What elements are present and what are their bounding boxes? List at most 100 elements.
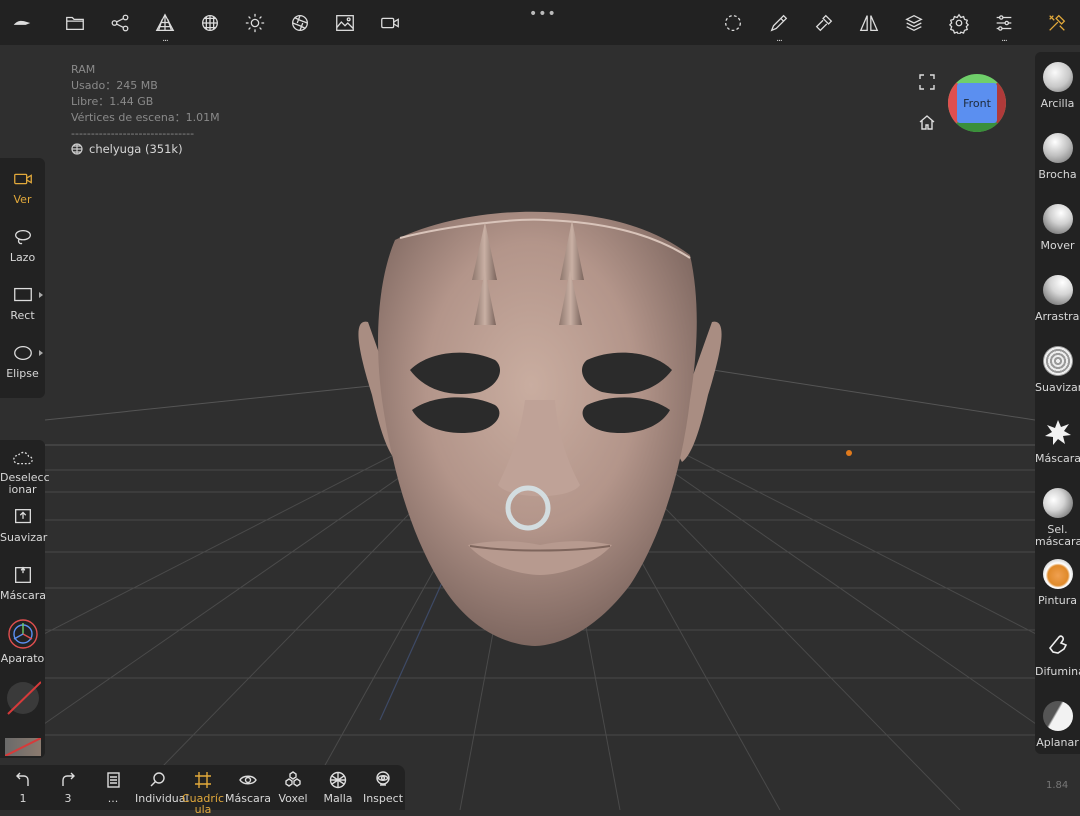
- mesh-label: Malla: [323, 792, 353, 805]
- action-deselect[interactable]: Deselecc ionar: [0, 448, 50, 496]
- clay-brush-icon: [1042, 62, 1073, 92]
- gizmo-face-label: Front: [963, 96, 991, 110]
- app-version: 1.84: [1046, 780, 1069, 791]
- tool-select-mask[interactable]: Sel. máscara: [1035, 488, 1080, 548]
- mask-splat-icon: [1044, 420, 1071, 445]
- expand-arrow-icon: [39, 292, 43, 298]
- light-pivot-dot[interactable]: [846, 450, 852, 456]
- expand-arrow-icon: [39, 350, 43, 356]
- paint-brush-icon: [1042, 559, 1073, 589]
- action-gizmo[interactable]: Aparato: [0, 618, 45, 665]
- tool-brush[interactable]: Brocha: [1035, 133, 1080, 181]
- smudge-finger-icon: [1048, 635, 1067, 654]
- brush-icon[interactable]: ...: [764, 8, 794, 44]
- select-mask-brush-icon: [1042, 488, 1073, 518]
- material-sphere-icon[interactable]: [195, 8, 225, 38]
- tool-flatten[interactable]: Aplanar: [1035, 701, 1080, 749]
- mask-visibility-label: Máscara: [225, 792, 272, 805]
- tool-grid[interactable]: Cuadríc ula: [180, 770, 226, 815]
- cloud-dashed-icon: [12, 451, 33, 465]
- symmetry-icon[interactable]: [854, 8, 884, 38]
- nomad-logo-icon[interactable]: [7, 8, 37, 38]
- settings-icon[interactable]: [944, 8, 974, 38]
- ram-free: Libre：1.44 GB: [71, 95, 154, 108]
- image-icon[interactable]: [330, 8, 360, 38]
- eye-icon: [239, 775, 257, 785]
- scene-graph-icon[interactable]: [105, 8, 135, 38]
- tool-ellipse-label: Elipse: [6, 367, 39, 380]
- ellipse-icon: [13, 345, 32, 361]
- tool-mask[interactable]: Máscara: [1035, 417, 1080, 465]
- lasso-icon: [14, 229, 31, 245]
- tool-mask-label: Máscara: [1035, 452, 1080, 465]
- sculpt-viewport[interactable]: [45, 45, 1035, 810]
- tool-voxel[interactable]: Voxel: [270, 770, 316, 804]
- view-cube-gizmo[interactable]: Front: [948, 74, 1006, 132]
- gizmo-icon: [7, 619, 38, 649]
- action-mask-label: Máscara: [0, 589, 47, 602]
- action-mask[interactable]: Máscara: [0, 564, 47, 602]
- flatten-brush-icon: [1042, 701, 1073, 731]
- tool-clay[interactable]: Arcilla: [1035, 62, 1080, 110]
- tool-mask-visibility[interactable]: Máscara: [225, 770, 271, 804]
- smooth-box-icon: [14, 509, 31, 524]
- redo-button[interactable]: 3: [45, 770, 91, 804]
- tool-flatten-label: Aplanar: [1036, 736, 1079, 749]
- ram-used: Usado：245 MB: [71, 79, 158, 92]
- history-button[interactable]: ...: [90, 770, 136, 804]
- tool-rect[interactable]: Rect: [0, 284, 45, 322]
- window-grab-handle[interactable]: •••: [529, 6, 557, 22]
- ram-label: RAM: [71, 63, 96, 76]
- smooth-brush-icon: [1042, 346, 1073, 376]
- tool-inspect[interactable]: Inspect: [360, 770, 406, 804]
- material-preview-slot[interactable]: [5, 680, 42, 716]
- action-smooth-label: Suavizar: [0, 531, 48, 544]
- tool-ellipse[interactable]: Elipse: [0, 342, 45, 380]
- tool-lasso[interactable]: Lazo: [0, 226, 45, 264]
- grid-icon: [195, 772, 211, 788]
- mesh-icon: [71, 143, 83, 155]
- camera-lens-icon[interactable]: [285, 8, 315, 38]
- tool-individual[interactable]: Individual: [135, 770, 189, 804]
- sliders-icon[interactable]: ...: [989, 8, 1019, 44]
- fullscreen-icon[interactable]: [916, 71, 938, 93]
- undo-button[interactable]: 1: [0, 770, 46, 804]
- tool-mesh[interactable]: Malla: [315, 770, 361, 804]
- light-icon[interactable]: [240, 8, 270, 38]
- tool-drag[interactable]: Arrastrar: [1035, 275, 1080, 323]
- rectangle-icon: [13, 287, 32, 302]
- tools-icon[interactable]: [1042, 8, 1072, 38]
- video-icon[interactable]: [375, 8, 405, 38]
- tool-move-label: Mover: [1040, 239, 1075, 252]
- selection-circle-icon[interactable]: [718, 8, 748, 38]
- undo-count: 1: [19, 792, 27, 805]
- tool-smudge[interactable]: Difuminar: [1035, 630, 1080, 678]
- history-label: ...: [107, 792, 119, 805]
- tool-smooth[interactable]: Suavizar: [1035, 346, 1080, 394]
- brush-stroke-icon: [1042, 133, 1073, 163]
- texture-disabled-icon: [5, 738, 41, 756]
- mask-box-icon: [14, 566, 31, 583]
- book-icon: [107, 772, 120, 788]
- tool-paint[interactable]: Pintura: [1035, 559, 1080, 607]
- texture-preview-slot[interactable]: [5, 738, 41, 756]
- inspect-icon: [376, 771, 390, 786]
- action-smooth[interactable]: Suavizar: [0, 506, 48, 544]
- memory-stats: RAM Usado：245 MB Libre：1.44 GB Vértices …: [71, 62, 220, 142]
- home-view-icon[interactable]: [916, 111, 938, 133]
- folder-icon[interactable]: [60, 8, 90, 38]
- tool-smooth-label: Suavizar: [1035, 381, 1080, 394]
- tool-rect-label: Rect: [10, 309, 35, 322]
- scene-vertices: Vértices de escena：1.01M: [71, 111, 220, 124]
- tool-move[interactable]: Mover: [1035, 204, 1080, 252]
- tool-view-label: Ver: [13, 193, 32, 206]
- topology-icon[interactable]: ...: [150, 8, 180, 44]
- stats-separator: -------------------------------: [71, 127, 195, 140]
- mesh-entry[interactable]: chelyuga (351k): [71, 142, 183, 156]
- redo-count: 3: [64, 792, 72, 805]
- tool-select-mask-label-2: máscara: [1035, 535, 1080, 548]
- layers-icon[interactable]: [899, 8, 929, 38]
- tool-view[interactable]: Ver: [0, 168, 45, 206]
- drag-brush-icon: [1042, 275, 1073, 305]
- hammer-icon[interactable]: [809, 8, 839, 38]
